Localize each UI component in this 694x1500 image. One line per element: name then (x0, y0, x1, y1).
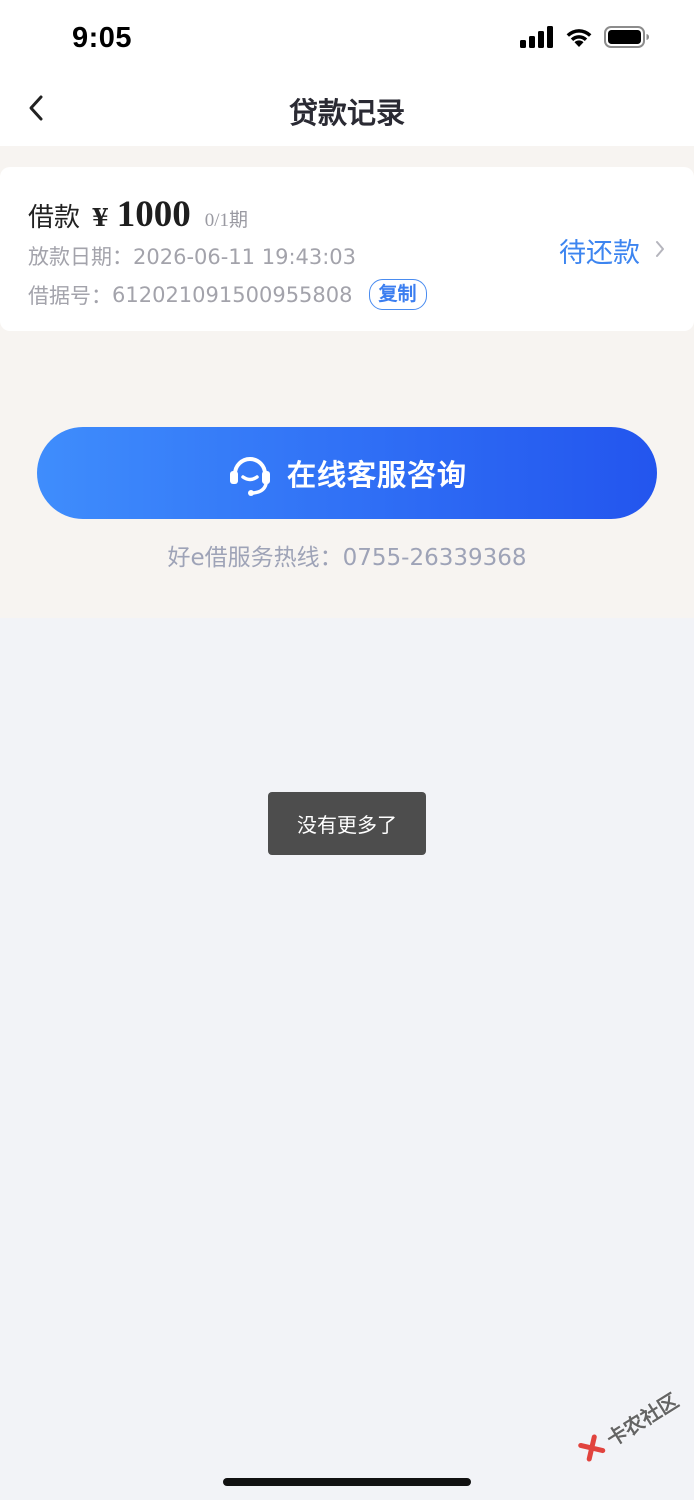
date-value: 2026-06-11 19:43:03 (133, 245, 357, 269)
loan-status-link[interactable]: 待还款 (559, 231, 666, 270)
nav-bar: 贷款记录 (0, 78, 694, 146)
status-bar: 9:05 (0, 0, 694, 78)
loan-number: 借据号： 612021091500955808 复制 (28, 279, 427, 310)
disbursement-date: 放款日期：2026-06-11 19:43:03 (28, 241, 356, 271)
loan-amount: 1000 (116, 194, 191, 235)
status-time: 9:05 (72, 22, 133, 54)
loan-period: 0/1期 (204, 210, 248, 231)
home-indicator[interactable] (223, 1478, 471, 1486)
loan-status: 待还款 (559, 238, 640, 269)
online-service-label: 在线客服咨询 (286, 458, 467, 492)
status-icons (520, 26, 650, 52)
loan-number-value: 612021091500955808 (112, 282, 353, 307)
page-title: 贷款记录 (288, 96, 405, 130)
service-hotline[interactable]: 好e借服务热线：0755-26339368 (0, 538, 694, 572)
cellular-signal-icon (520, 26, 554, 52)
currency-symbol: ¥ (92, 203, 109, 232)
battery-icon (604, 26, 650, 52)
loan-title-row: 借款 ¥ 1000 0/1期 (28, 193, 248, 236)
chevron-right-icon (654, 239, 666, 263)
loan-record-card[interactable]: 借款 ¥ 1000 0/1期 放款日期：2026-06-11 19:43:03 … (0, 167, 694, 331)
online-service-button[interactable]: 在线客服咨询 (37, 427, 657, 519)
hotline-number: 0755-26339368 (342, 545, 527, 571)
loan-number-label: 借据号： (28, 283, 112, 308)
copy-button[interactable]: 复制 (368, 279, 427, 310)
date-label: 放款日期： (28, 245, 133, 269)
wifi-icon (564, 26, 594, 52)
watermark: 卡农社区 (575, 1385, 684, 1468)
watermark-text: 卡农社区 (602, 1388, 683, 1452)
toast-message: 没有更多了 (268, 792, 426, 855)
headset-icon (227, 450, 273, 496)
loan-label: 借款 (28, 203, 81, 233)
hotline-label: 好e借服务热线： (167, 545, 343, 571)
